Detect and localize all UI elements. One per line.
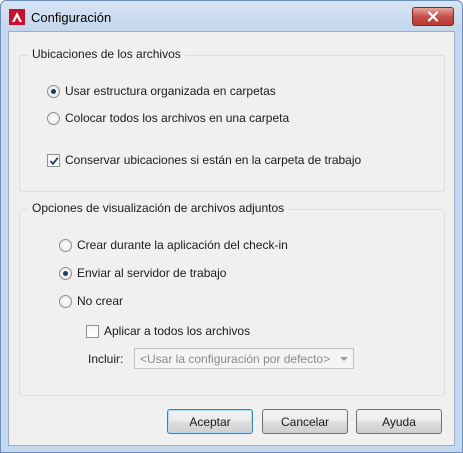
radio-button[interactable] <box>59 266 72 280</box>
radio-send-to-server[interactable]: Enviar al servidor de trabajo <box>59 266 226 280</box>
radio-button[interactable] <box>59 294 72 308</box>
checkbox-label: Conservar ubicaciones si están en la car… <box>65 153 362 167</box>
include-label: Incluir: <box>88 352 124 366</box>
apply-all-checkbox[interactable]: Aplicar a todos los archivos <box>86 324 250 338</box>
keep-locations-checkbox[interactable]: Conservar ubicaciones si están en la car… <box>47 153 361 167</box>
radio-label: Usar estructura organizada en carpetas <box>65 84 276 98</box>
radio-do-not-create[interactable]: No crear <box>59 294 123 308</box>
radio-button[interactable] <box>59 238 72 252</box>
close-button[interactable] <box>412 7 454 26</box>
radio-label: Enviar al servidor de trabajo <box>77 266 227 280</box>
checkbox[interactable] <box>86 324 99 338</box>
file-locations-title: Ubicaciones de los archivos <box>28 47 185 61</box>
chevron-down-icon <box>340 357 348 361</box>
radio-button[interactable] <box>47 111 60 125</box>
attachment-options-title: Opciones de visualización de archivos ad… <box>28 201 289 215</box>
autocad-logo-icon <box>9 9 25 25</box>
radio-button[interactable] <box>47 84 60 98</box>
title-bar[interactable]: Configuración <box>1 1 462 31</box>
include-dropdown-value: <Usar la configuración por defecto> <box>140 352 331 366</box>
radio-create-on-checkin[interactable]: Crear durante la aplicación del check-in <box>59 238 288 252</box>
radio-label: Crear durante la aplicación del check-in <box>77 238 288 252</box>
close-icon <box>427 11 439 22</box>
cancel-button[interactable]: Cancelar <box>262 409 348 434</box>
radio-single-folder[interactable]: Colocar todos los archivos en una carpet… <box>47 111 289 125</box>
checkmark-icon <box>49 156 59 165</box>
radio-label: Colocar todos los archivos en una carpet… <box>65 111 290 125</box>
radio-organized-folders[interactable]: Usar estructura organizada en carpetas <box>47 84 276 98</box>
checkbox-label: Aplicar a todos los archivos <box>104 324 251 338</box>
checkbox[interactable] <box>47 153 60 167</box>
include-dropdown[interactable]: <Usar la configuración por defecto> <box>134 348 354 369</box>
ok-button[interactable]: Aceptar <box>167 409 253 434</box>
radio-label: No crear <box>77 294 124 308</box>
window-title: Configuración <box>31 10 112 25</box>
help-button[interactable]: Ayuda <box>356 409 442 434</box>
